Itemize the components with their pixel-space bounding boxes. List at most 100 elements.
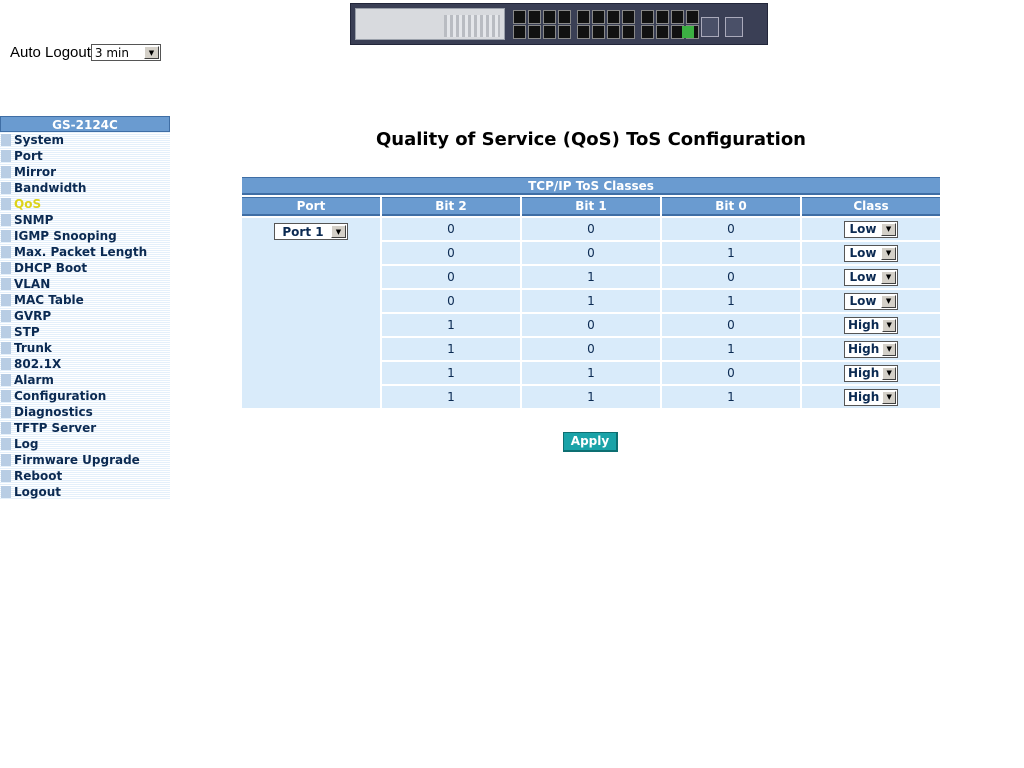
- sidebar-item-label: MAC Table: [14, 293, 84, 307]
- menu-bullet-icon: [1, 438, 11, 450]
- menu-bullet-icon: [1, 262, 11, 274]
- sidebar-item-igmp-snooping[interactable]: IGMP Snooping: [0, 228, 170, 244]
- sidebar-item-tftp-server[interactable]: TFTP Server: [0, 420, 170, 436]
- dropdown-arrow-icon[interactable]: ▼: [882, 318, 897, 332]
- cell-bit2: 1: [382, 362, 520, 384]
- cell-bit0: 0: [662, 362, 800, 384]
- sidebar-item-trunk[interactable]: Trunk: [0, 340, 170, 356]
- class-select[interactable]: High ▼: [844, 340, 899, 358]
- cell-bit2: 0: [382, 290, 520, 312]
- sidebar-item-label: Port: [14, 149, 43, 163]
- sidebar-item-mirror[interactable]: Mirror: [0, 164, 170, 180]
- sidebar-item-label: Log: [14, 437, 39, 451]
- class-select[interactable]: Low ▼: [844, 292, 899, 310]
- sidebar-item-stp[interactable]: STP: [0, 324, 170, 340]
- cell-bit2: 1: [382, 386, 520, 408]
- menu-bullet-icon: [1, 470, 11, 482]
- apply-button[interactable]: Apply: [563, 432, 618, 452]
- sidebar-item-alarm[interactable]: Alarm: [0, 372, 170, 388]
- sidebar-item-label: Logout: [14, 485, 62, 499]
- sidebar-item-max-packet-length[interactable]: Max. Packet Length: [0, 244, 170, 260]
- cell-bit2: 1: [382, 314, 520, 336]
- menu-bullet-icon: [1, 390, 11, 402]
- cell-bit0: 1: [662, 242, 800, 264]
- cell-bit1: 1: [522, 362, 660, 384]
- dropdown-arrow-icon[interactable]: ▼: [331, 225, 346, 238]
- cell-class: Low ▼: [802, 242, 941, 264]
- menu-bullet-icon: [1, 358, 11, 370]
- cell-bit1: 1: [522, 386, 660, 408]
- sidebar-item-snmp[interactable]: SNMP: [0, 212, 170, 228]
- dropdown-arrow-icon[interactable]: ▼: [881, 294, 897, 308]
- class-select[interactable]: Low ▼: [844, 220, 899, 238]
- menu-bullet-icon: [1, 374, 11, 386]
- sidebar-item-log[interactable]: Log: [0, 436, 170, 452]
- sidebar-item-configuration[interactable]: Configuration: [0, 388, 170, 404]
- sidebar-item-label: System: [14, 133, 64, 147]
- sidebar-item-vlan[interactable]: VLAN: [0, 276, 170, 292]
- dropdown-arrow-icon[interactable]: ▼: [882, 342, 897, 356]
- port-link-led: [682, 26, 694, 38]
- cell-bit0: 0: [662, 218, 800, 240]
- class-select[interactable]: Low ▼: [844, 268, 899, 286]
- cell-class: Low ▼: [802, 266, 941, 288]
- class-select[interactable]: Low ▼: [844, 244, 899, 262]
- auto-logout-control: Auto Logout 3 min ▼: [10, 44, 161, 61]
- port-select-value: Port 1: [282, 224, 324, 239]
- cell-bit1: 1: [522, 290, 660, 312]
- auto-logout-select[interactable]: 3 min ▼: [90, 44, 161, 61]
- cell-bit0: 0: [662, 266, 800, 288]
- sidebar-item-gvrp[interactable]: GVRP: [0, 308, 170, 324]
- sidebar-item-label: STP: [14, 325, 40, 339]
- menu-bullet-icon: [1, 294, 11, 306]
- menu-bullet-icon: [1, 198, 11, 210]
- sidebar-item-label: GVRP: [14, 309, 52, 323]
- class-select[interactable]: High ▼: [844, 316, 899, 334]
- class-select[interactable]: High ▼: [844, 364, 899, 382]
- sidebar-item-mac-table[interactable]: MAC Table: [0, 292, 170, 308]
- sidebar-item-firmware-upgrade[interactable]: Firmware Upgrade: [0, 452, 170, 468]
- sidebar-item-label: Trunk: [14, 341, 52, 355]
- sidebar-item-label: Diagnostics: [14, 405, 93, 419]
- port-select[interactable]: Port 1 ▼: [274, 223, 348, 240]
- sidebar-item-port[interactable]: Port: [0, 148, 170, 164]
- dropdown-arrow-icon[interactable]: ▼: [143, 46, 159, 59]
- cell-bit1: 0: [522, 338, 660, 360]
- class-select-value: High: [848, 342, 880, 356]
- sidebar-item-system[interactable]: System: [0, 132, 170, 148]
- cell-bit1: 0: [522, 242, 660, 264]
- dropdown-arrow-icon[interactable]: ▼: [882, 366, 897, 380]
- cell-bit2: 1: [382, 338, 520, 360]
- dropdown-arrow-icon[interactable]: ▼: [881, 246, 897, 260]
- class-select[interactable]: High ▼: [844, 388, 899, 406]
- menu-bullet-icon: [1, 134, 11, 146]
- sidebar-item-dhcp-boot[interactable]: DHCP Boot: [0, 260, 170, 276]
- column-header-bit2: Bit 2: [382, 197, 520, 216]
- cell-class: Low ▼: [802, 218, 941, 240]
- sidebar-items: System Port Mirror Bandwidth QoS SNMP IGMP Sno…: [0, 132, 170, 500]
- class-select-value: Low: [849, 294, 877, 308]
- uplink-port-2: [725, 17, 743, 37]
- menu-bullet-icon: [1, 406, 11, 418]
- sidebar-item-label: Mirror: [14, 165, 57, 179]
- table-header-row: Port Bit 2 Bit 1 Bit 0 Class: [242, 197, 941, 216]
- dropdown-arrow-icon[interactable]: ▼: [881, 222, 897, 236]
- menu-bullet-icon: [1, 342, 11, 354]
- sidebar-item-bandwidth[interactable]: Bandwidth: [0, 180, 170, 196]
- dropdown-arrow-icon[interactable]: ▼: [881, 270, 897, 284]
- cell-bit0: 1: [662, 386, 800, 408]
- sidebar-item-diagnostics[interactable]: Diagnostics: [0, 404, 170, 420]
- sidebar-item-qos[interactable]: QoS: [0, 196, 170, 212]
- menu-bullet-icon: [1, 166, 11, 178]
- class-select-value: High: [848, 366, 880, 380]
- cell-class: High ▼: [802, 338, 941, 360]
- sidebar-item-label: IGMP Snooping: [14, 229, 117, 243]
- sidebar-item-logout[interactable]: Logout: [0, 484, 170, 500]
- sidebar-item-reboot[interactable]: Reboot: [0, 468, 170, 484]
- sidebar-item-802-1x[interactable]: 802.1X: [0, 356, 170, 372]
- sidebar-item-label: TFTP Server: [14, 421, 97, 435]
- sidebar-item-label: Configuration: [14, 389, 107, 403]
- cell-class: High ▼: [802, 386, 941, 408]
- dropdown-arrow-icon[interactable]: ▼: [882, 390, 897, 404]
- class-select-value: Low: [849, 222, 877, 236]
